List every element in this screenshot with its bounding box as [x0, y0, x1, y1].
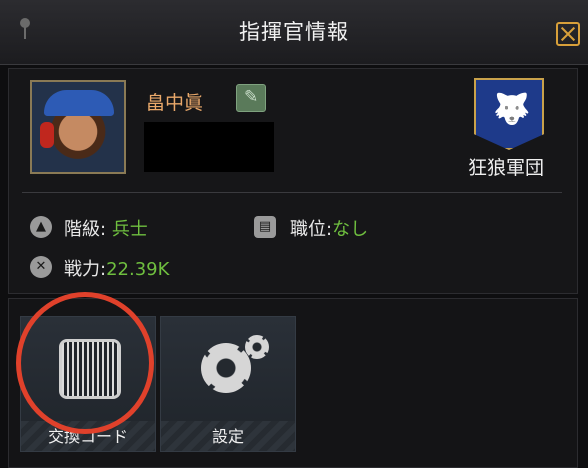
position-label: 職位: [290, 219, 333, 240]
position-stat: 職位:なし [290, 215, 368, 241]
power-label: 戦力: [64, 259, 107, 280]
headphone-icon [40, 122, 54, 148]
settings-label: 設定 [211, 427, 244, 446]
rank-icon: ▲ [30, 216, 52, 238]
rank-label: 階級: [64, 219, 107, 240]
position-icon: ▤ [254, 216, 276, 238]
divider [22, 192, 562, 193]
small-gear-icon [245, 335, 269, 359]
redacted-info [144, 122, 274, 172]
settings-button[interactable]: 設定 [160, 316, 296, 452]
window-title: 指揮官情報 [239, 20, 349, 44]
commander-name: 畠中眞 [146, 92, 204, 114]
cap-icon [44, 90, 114, 116]
highlight-circle [16, 292, 154, 434]
title-bar: 指揮官情報 [0, 0, 588, 65]
power-icon: ✕ [30, 256, 52, 278]
gear-icon [201, 343, 251, 393]
avatar[interactable] [30, 80, 126, 174]
edit-name-button[interactable] [236, 84, 266, 112]
position-value: なし [332, 219, 369, 240]
close-button[interactable] [556, 22, 580, 46]
rank-value: 兵士 [111, 219, 148, 240]
power-value: 22.39K [106, 259, 170, 280]
guild-name[interactable]: 狂狼軍団 [468, 153, 544, 180]
power-stat: 戦力:22.39K [64, 255, 169, 281]
rank-stat: 階級: 兵士 [64, 215, 148, 241]
